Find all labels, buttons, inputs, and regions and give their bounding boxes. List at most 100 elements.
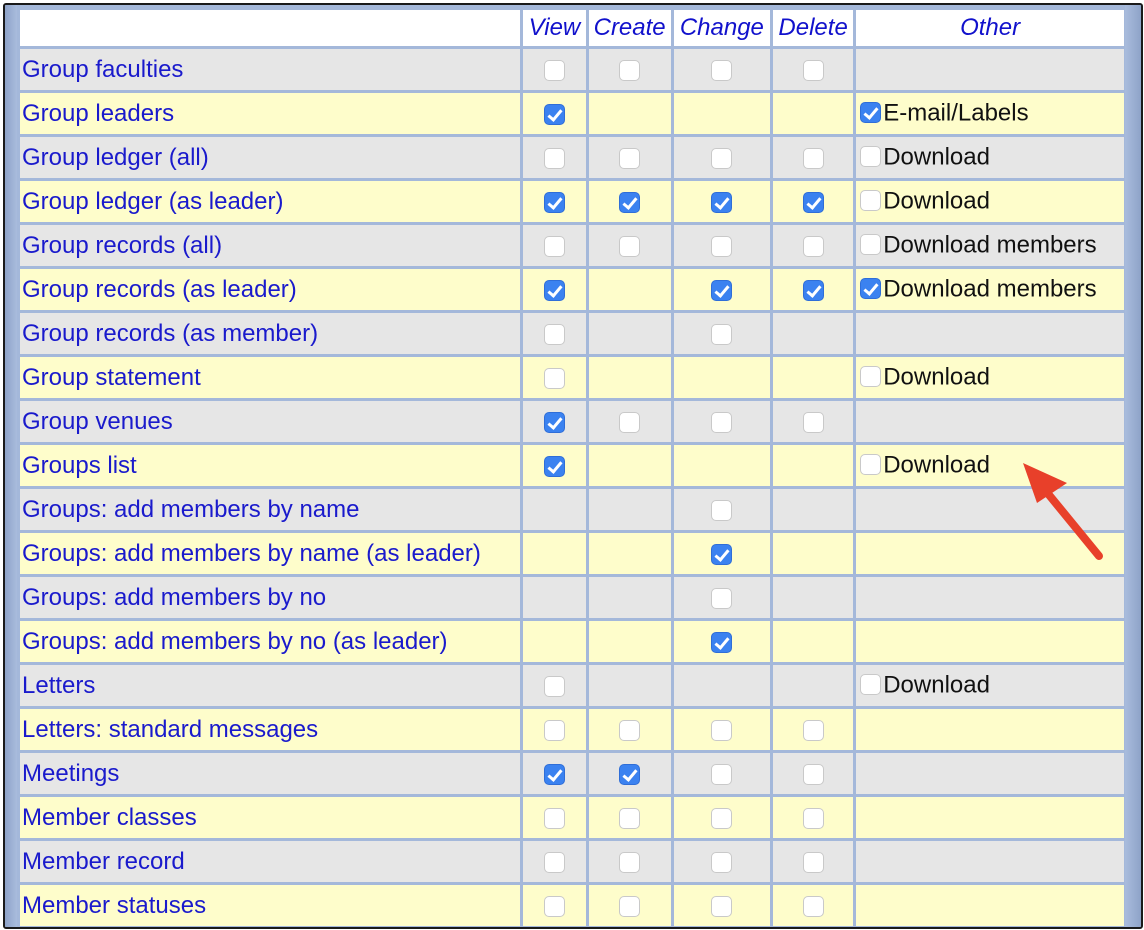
create-cell <box>588 445 671 486</box>
view-checkbox[interactable] <box>543 279 565 301</box>
create-checkbox[interactable] <box>619 807 641 829</box>
other-checkbox[interactable] <box>860 234 882 256</box>
delete-checkbox[interactable] <box>802 235 824 257</box>
permission-name-link[interactable]: Groups: add members by name (as leader) <box>20 533 521 574</box>
delete-checkbox[interactable] <box>802 807 824 829</box>
change-checkbox[interactable] <box>711 719 733 741</box>
create-checkbox[interactable] <box>619 895 641 917</box>
delete-checkbox[interactable] <box>802 763 824 785</box>
view-checkbox[interactable] <box>543 851 565 873</box>
table-row: Group records (as leader) Download member… <box>20 269 1124 310</box>
create-checkbox[interactable] <box>619 763 641 785</box>
permission-name-link[interactable]: Group venues <box>20 401 521 442</box>
create-cell <box>588 577 671 618</box>
view-checkbox[interactable] <box>543 147 565 169</box>
view-checkbox[interactable] <box>543 411 565 433</box>
permission-name-link[interactable]: Groups: add members by no (as leader) <box>20 621 521 662</box>
change-checkbox[interactable] <box>711 807 733 829</box>
delete-cell <box>773 357 854 398</box>
change-checkbox[interactable] <box>711 235 733 257</box>
table-row: Letters Download <box>20 665 1124 706</box>
permission-name-link[interactable]: Groups: add members by name <box>20 489 521 530</box>
view-checkbox[interactable] <box>543 323 565 345</box>
permission-name-link[interactable]: Letters <box>20 665 521 706</box>
permission-name-link[interactable]: Group faculties <box>20 49 521 90</box>
other-checkbox[interactable] <box>860 674 882 696</box>
create-cell <box>588 269 671 310</box>
view-checkbox[interactable] <box>543 455 565 477</box>
create-checkbox[interactable] <box>619 851 641 873</box>
delete-checkbox[interactable] <box>802 279 824 301</box>
create-checkbox[interactable] <box>619 411 641 433</box>
change-checkbox[interactable] <box>711 499 733 521</box>
change-checkbox[interactable] <box>711 279 733 301</box>
change-cell <box>673 269 770 310</box>
view-checkbox[interactable] <box>543 59 565 81</box>
change-checkbox[interactable] <box>711 851 733 873</box>
table-row: Member record <box>20 841 1124 882</box>
permission-name-link[interactable]: Member statuses <box>20 885 521 926</box>
header-delete: Delete <box>773 10 854 46</box>
create-checkbox[interactable] <box>619 147 641 169</box>
create-cell <box>588 93 671 134</box>
other-checkbox[interactable] <box>860 102 882 124</box>
change-checkbox[interactable] <box>711 147 733 169</box>
view-checkbox[interactable] <box>543 367 565 389</box>
change-checkbox[interactable] <box>711 411 733 433</box>
view-checkbox[interactable] <box>543 763 565 785</box>
other-cell <box>856 841 1124 882</box>
create-checkbox[interactable] <box>619 235 641 257</box>
create-checkbox[interactable] <box>619 719 641 741</box>
view-checkbox[interactable] <box>543 719 565 741</box>
permission-name-link[interactable]: Groups: add members by no <box>20 577 521 618</box>
permission-name-link[interactable]: Group records (as leader) <box>20 269 521 310</box>
view-checkbox[interactable] <box>543 895 565 917</box>
delete-checkbox[interactable] <box>802 411 824 433</box>
create-checkbox[interactable] <box>619 191 641 213</box>
create-checkbox[interactable] <box>619 59 641 81</box>
change-checkbox[interactable] <box>711 191 733 213</box>
view-checkbox[interactable] <box>543 191 565 213</box>
view-cell <box>523 577 586 618</box>
view-checkbox[interactable] <box>543 103 565 125</box>
delete-checkbox[interactable] <box>802 191 824 213</box>
header-other: Other <box>856 10 1124 46</box>
change-checkbox[interactable] <box>711 323 733 345</box>
permission-name-link[interactable]: Group leaders <box>20 93 521 134</box>
permission-name-link[interactable]: Groups list <box>20 445 521 486</box>
view-cell <box>523 313 586 354</box>
permission-name-link[interactable]: Group ledger (as leader) <box>20 181 521 222</box>
permission-name-link[interactable]: Group statement <box>20 357 521 398</box>
permission-name-link[interactable]: Letters: standard messages <box>20 709 521 750</box>
permission-name-link[interactable]: Member record <box>20 841 521 882</box>
other-checkbox[interactable] <box>860 146 882 168</box>
change-checkbox[interactable] <box>711 895 733 917</box>
permission-name-link[interactable]: Member classes <box>20 797 521 838</box>
change-checkbox[interactable] <box>711 587 733 609</box>
view-checkbox[interactable] <box>543 807 565 829</box>
change-checkbox[interactable] <box>711 763 733 785</box>
delete-checkbox[interactable] <box>802 59 824 81</box>
permission-name-link[interactable]: Group ledger (all) <box>20 137 521 178</box>
view-checkbox[interactable] <box>543 235 565 257</box>
delete-checkbox[interactable] <box>802 147 824 169</box>
other-checkbox[interactable] <box>860 366 882 388</box>
other-checkbox[interactable] <box>860 278 882 300</box>
permission-name-link[interactable]: Group records (all) <box>20 225 521 266</box>
header-view: View <box>523 10 586 46</box>
other-checkbox[interactable] <box>860 454 882 476</box>
change-checkbox[interactable] <box>711 631 733 653</box>
other-checkbox[interactable] <box>860 190 882 212</box>
header-name <box>20 10 521 46</box>
view-checkbox[interactable] <box>543 675 565 697</box>
view-cell <box>523 401 586 442</box>
other-label: Download <box>883 143 990 171</box>
permission-name-link[interactable]: Group records (as member) <box>20 313 521 354</box>
left-frame-bar <box>5 5 17 927</box>
delete-checkbox[interactable] <box>802 895 824 917</box>
delete-checkbox[interactable] <box>802 719 824 741</box>
change-checkbox[interactable] <box>711 59 733 81</box>
delete-checkbox[interactable] <box>802 851 824 873</box>
permission-name-link[interactable]: Meetings <box>20 753 521 794</box>
change-checkbox[interactable] <box>711 543 733 565</box>
